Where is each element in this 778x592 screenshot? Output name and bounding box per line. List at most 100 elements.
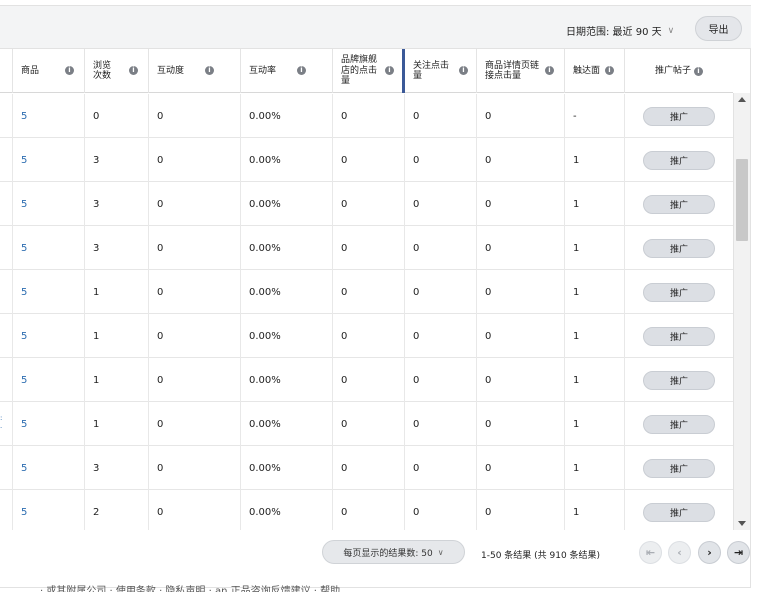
cell-interaction-rate: 0.00%	[240, 314, 332, 358]
cell-products[interactable]: 5	[12, 358, 84, 402]
column-header-follow-clicks[interactable]: 关注点击量 i	[402, 49, 476, 93]
column-header-detail-clicks[interactable]: 商品详情页链接点击量 i	[476, 49, 564, 93]
column-header-reach[interactable]: 触达面 i	[564, 49, 624, 93]
cell-interaction-rate: 0.00%	[240, 446, 332, 490]
results-per-page-dropdown[interactable]: 每页显示的结果数: 50 ∨	[322, 540, 465, 564]
promote-button[interactable]: 推广	[643, 370, 715, 390]
column-label: 关注点击量	[413, 60, 450, 81]
cell-reach: 1	[564, 490, 624, 530]
column-header-store-clicks[interactable]: 品牌旗舰店的点击量 i	[332, 49, 402, 93]
column-header-products[interactable]: 商品 i	[12, 49, 84, 93]
cell-reach: 1	[564, 314, 624, 358]
date-range-dropdown[interactable]: 日期范围: 最近 90 天 ∨	[566, 23, 674, 39]
cell-products[interactable]: 5	[12, 402, 84, 446]
cell-interactions: 0	[148, 490, 240, 530]
info-icon[interactable]: i	[205, 66, 214, 75]
vertical-scrollbar[interactable]	[733, 93, 750, 530]
cell-interactions: 0	[148, 446, 240, 490]
column-label: 推广帖子	[654, 65, 691, 76]
date-range-label: 日期范围: 最近 90 天	[566, 27, 662, 38]
info-icon[interactable]: i	[694, 66, 703, 76]
cell-detail-clicks: 0	[476, 94, 564, 138]
table-header: 商品 i 浏览次数 i 互动度 i 互动率 i 品牌旗舰店的点击量 i 关注点击…	[0, 49, 733, 93]
last-page-button[interactable]: ⇥	[727, 541, 750, 564]
prev-page-icon: ‹	[677, 546, 682, 559]
table-row: 5 3 0 0.00% 0 0 0 1 推广	[0, 446, 733, 490]
table-toolbar: 日期范围: 最近 90 天 ∨ 导出	[0, 6, 751, 49]
cell-products[interactable]: 5	[12, 270, 84, 314]
cell-promote: 推广	[624, 358, 733, 402]
info-icon[interactable]: i	[129, 66, 138, 75]
info-icon[interactable]: i	[297, 66, 306, 75]
cell-products[interactable]: 5	[12, 226, 84, 270]
column-label: 商品	[21, 65, 40, 76]
promote-button[interactable]: 推广	[643, 106, 715, 126]
cell-products[interactable]: 5	[12, 94, 84, 138]
promote-button[interactable]: 推广	[643, 194, 715, 214]
cell-promote: 推广	[624, 94, 733, 138]
footer-links[interactable]: · 或其附属公司 · 使用条款 · 隐私声明 · an 正品咨询反馈建议 · 帮…	[40, 582, 340, 592]
column-label: 浏览次数	[93, 60, 112, 81]
cell-interaction-rate: 0.00%	[240, 358, 332, 402]
promote-button[interactable]: 推广	[643, 238, 715, 258]
cell-follow-clicks: 0	[404, 270, 476, 314]
first-page-icon: ⇤	[645, 546, 656, 559]
prev-page-button[interactable]: ‹	[668, 541, 691, 564]
cell-views: 1	[84, 270, 148, 314]
cell-products[interactable]: 5	[12, 138, 84, 182]
cell-views: 3	[84, 226, 148, 270]
column-header-promote: 推广帖子 i	[624, 49, 733, 93]
cell-promote: 推广	[624, 226, 733, 270]
chevron-down-icon: ∨	[437, 547, 444, 557]
promote-button[interactable]: 推广	[643, 502, 715, 522]
column-header-views[interactable]: 浏览次数 i	[84, 49, 148, 93]
table-row: 5 1 0 0.00% 0 0 0 1 推广	[0, 402, 733, 446]
info-icon[interactable]: i	[385, 66, 394, 75]
cell-promote: 推广	[624, 270, 733, 314]
column-header-interactions[interactable]: 互动度 i	[148, 49, 240, 93]
first-page-button[interactable]: ⇤	[639, 541, 662, 564]
table-row: 5 1 0 0.00% 0 0 0 1 推广	[0, 270, 733, 314]
cell-store-clicks: 0	[332, 270, 404, 314]
cell-interaction-rate: 0.00%	[240, 226, 332, 270]
table-row: 5 3 0 0.00% 0 0 0 1 推广	[0, 226, 733, 270]
next-page-button[interactable]: ›	[698, 541, 721, 564]
cell-store-clicks: 0	[332, 94, 404, 138]
cell-reach: 1	[564, 138, 624, 182]
cell-products[interactable]: 5	[12, 490, 84, 530]
cell-views: 3	[84, 182, 148, 226]
cell-views: 2	[84, 490, 148, 530]
cell-interaction-rate: 0.00%	[240, 94, 332, 138]
promote-button[interactable]: 推广	[643, 326, 715, 346]
cell-detail-clicks: 0	[476, 138, 564, 182]
export-button[interactable]: 导出	[695, 16, 742, 41]
cell-interaction-rate: 0.00%	[240, 182, 332, 226]
promote-button[interactable]: 推广	[643, 458, 715, 478]
promote-button[interactable]: 推广	[643, 414, 715, 434]
cell-store-clicks: 0	[332, 226, 404, 270]
cell-products[interactable]: 5	[12, 182, 84, 226]
cell-products[interactable]: 5	[12, 314, 84, 358]
info-icon[interactable]: i	[65, 66, 74, 75]
promote-button[interactable]: 推广	[643, 150, 715, 170]
promote-button[interactable]: 推广	[643, 282, 715, 302]
column-header-interaction-rate[interactable]: 互动率 i	[240, 49, 332, 93]
cell-views: 1	[84, 358, 148, 402]
scrollbar-thumb[interactable]	[736, 159, 748, 241]
scroll-up-arrow-icon[interactable]	[738, 97, 746, 102]
cell-products[interactable]: 5	[12, 446, 84, 490]
info-icon[interactable]: i	[605, 66, 614, 75]
info-icon[interactable]: i	[545, 66, 554, 75]
cell-interactions: 0	[148, 138, 240, 182]
table-row: 5 3 0 0.00% 0 0 0 1 推广	[0, 182, 733, 226]
info-icon[interactable]: i	[459, 66, 468, 75]
scroll-down-arrow-icon[interactable]	[738, 521, 746, 526]
table-body: :. 5 0 0 0.00% 0 0 0- 推广 5 3 0 0.00% 0 0 0 1 推广 5 3 0 0.00% 0…	[0, 94, 733, 530]
pagination-bar: 每页显示的结果数: 50 ∨ 1-50 条结果 (共 910 条结果) ⇤ ‹ …	[0, 530, 751, 572]
cell-views: 3	[84, 138, 148, 182]
table-row: 5 1 0 0.00% 0 0 0 1 推广	[0, 314, 733, 358]
cell-interactions: 0	[148, 314, 240, 358]
cell-follow-clicks: 0	[404, 182, 476, 226]
cell-reach: 1	[564, 402, 624, 446]
cell-follow-clicks: 0	[404, 138, 476, 182]
